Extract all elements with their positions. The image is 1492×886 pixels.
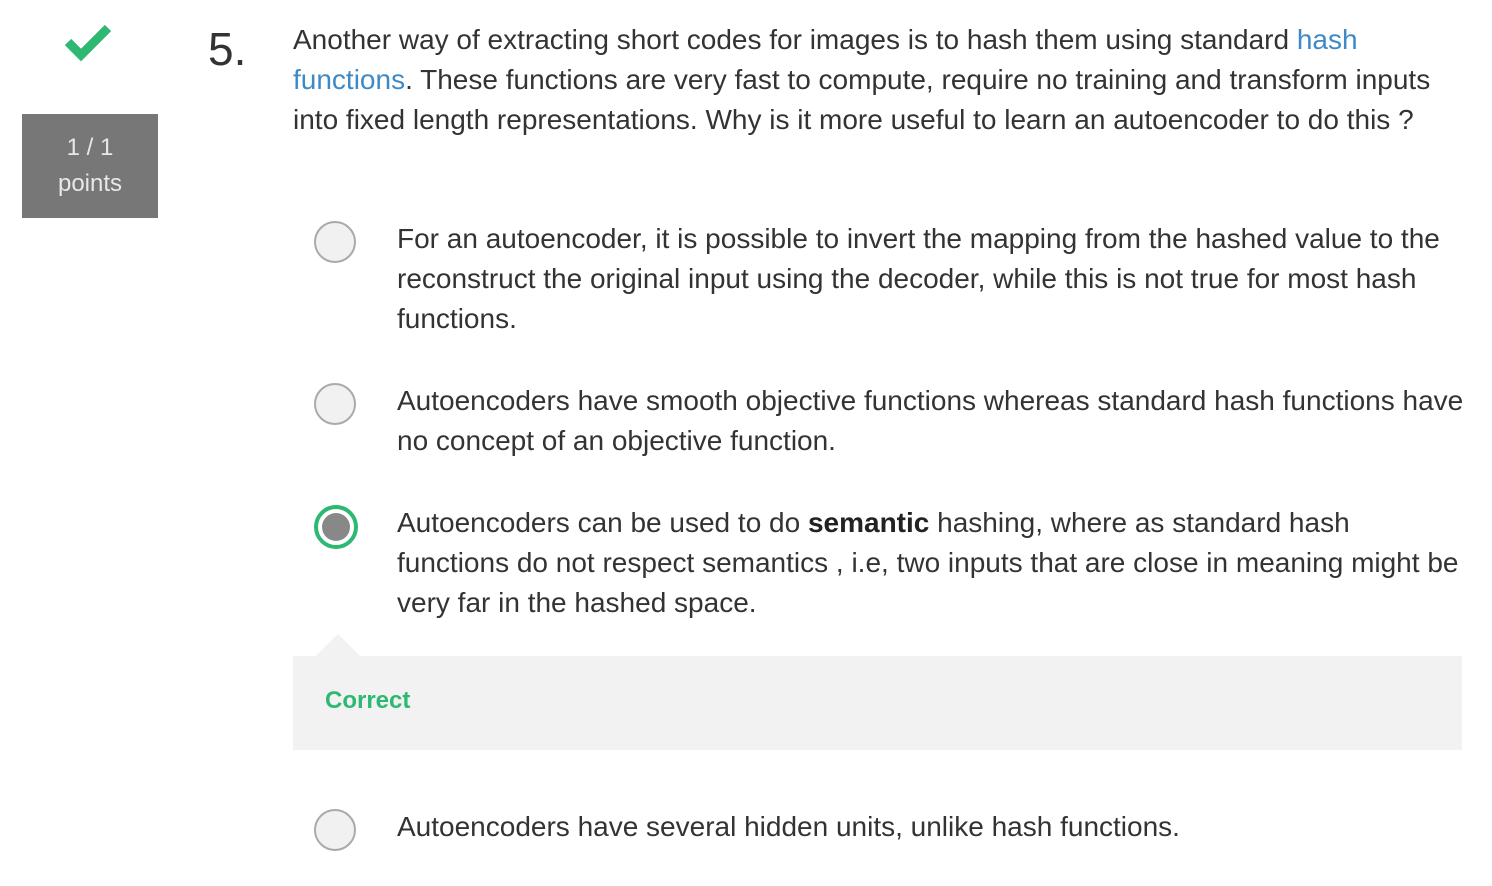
question-text: Another way of extracting short codes fo…: [293, 20, 1465, 140]
option-1-text: For an autoencoder, it is possible to in…: [397, 223, 1440, 334]
option-3-bold-text: semantic: [807, 507, 930, 538]
radio-button-option-3-selected[interactable]: [314, 505, 358, 549]
radio-button-option-2[interactable]: [314, 383, 356, 425]
option-3-text-part-1: Autoencoders can be used to do: [397, 507, 808, 538]
points-badge: 1 / 1 points: [22, 114, 158, 218]
radio-selected-dot: [322, 513, 350, 541]
checkmark-icon: [64, 24, 112, 62]
feedback-pointer: [316, 634, 360, 656]
feedback-box: Correct: [293, 656, 1462, 750]
option-2-text: Autoencoders have smooth objective funct…: [397, 385, 1464, 456]
question-text-part-2: . These functions are very fast to compu…: [293, 64, 1431, 135]
question-number: 5.: [208, 23, 247, 75]
option-3-text: Autoencoders can be used to do semantic …: [397, 503, 1467, 623]
question-text-part-1: Another way of extracting short codes fo…: [293, 24, 1297, 55]
option-4-text: Autoencoders have several hidden units, …: [397, 811, 1180, 842]
radio-button-option-4[interactable]: [314, 809, 356, 851]
question-status: 1 / 1 points: [22, 22, 158, 218]
feedback-correct-label: Correct: [325, 687, 411, 714]
radio-button-option-1[interactable]: [314, 221, 356, 263]
score-unit: points: [57, 170, 123, 197]
score-value: 1 / 1: [66, 134, 114, 161]
